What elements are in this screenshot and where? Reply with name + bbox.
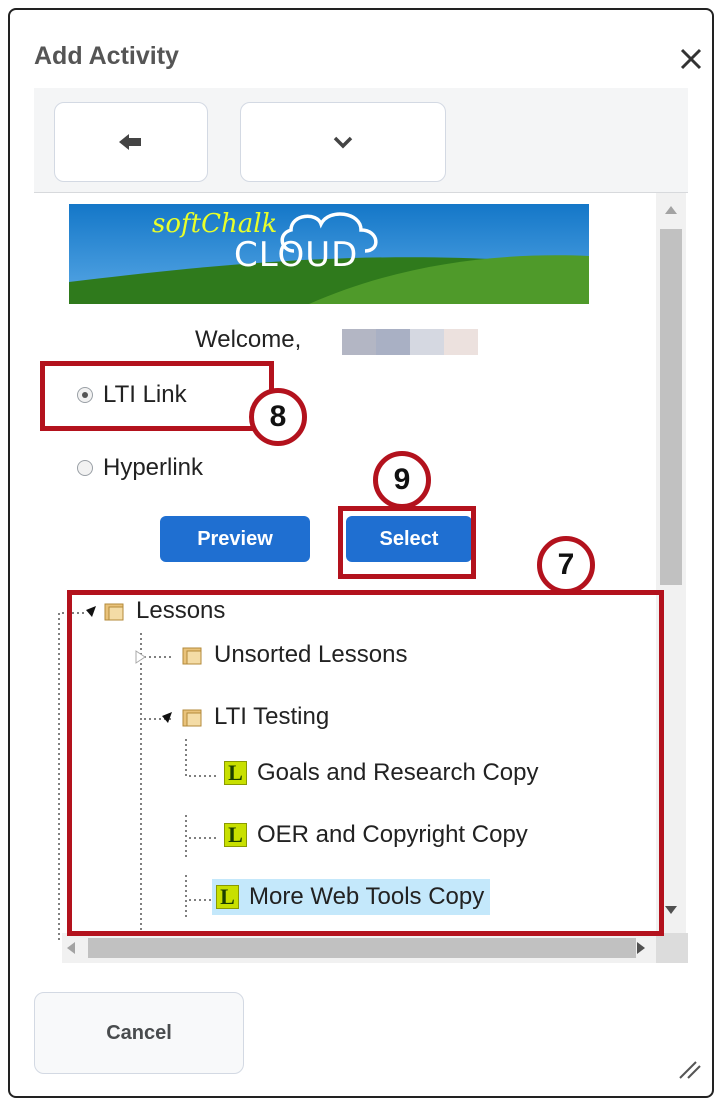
callout-highlight-select: [338, 506, 476, 579]
horizontal-scrollbar[interactable]: [62, 933, 688, 963]
back-button[interactable]: [54, 102, 208, 182]
preview-button[interactable]: Preview: [160, 516, 310, 562]
dialog-toolbar: [34, 88, 688, 193]
hyperlink-option[interactable]: Hyperlink: [77, 454, 203, 482]
callout-number-8: 8: [249, 388, 307, 446]
callout-highlight-tree: [67, 590, 664, 936]
callout-highlight-lti-link: [40, 361, 274, 431]
resize-handle-icon[interactable]: [678, 1056, 702, 1080]
redacted-username: [342, 329, 478, 355]
horizontal-scroll-thumb[interactable]: [88, 938, 636, 958]
welcome-text: Welcome,: [195, 326, 302, 353]
dialog-title: Add Activity: [34, 42, 179, 70]
cancel-button[interactable]: Cancel: [34, 992, 244, 1074]
hyperlink-radio[interactable]: [77, 460, 93, 476]
logo-text-cloud: CLOUD: [234, 235, 359, 275]
scroll-right-icon[interactable]: [636, 941, 646, 955]
more-options-button[interactable]: [240, 102, 446, 182]
chevron-down-icon: [333, 136, 353, 149]
close-icon[interactable]: [676, 44, 706, 74]
scroll-down-icon[interactable]: [664, 905, 678, 915]
scroll-left-icon[interactable]: [66, 941, 76, 955]
callout-number-7: 7: [537, 536, 595, 594]
scroll-up-icon[interactable]: [664, 205, 678, 215]
vertical-scroll-thumb[interactable]: [660, 229, 682, 585]
callout-number-9: 9: [373, 451, 431, 509]
hyperlink-label: Hyperlink: [103, 454, 204, 481]
scrollbar-corner: [656, 933, 688, 963]
arrow-left-icon: [119, 134, 141, 150]
